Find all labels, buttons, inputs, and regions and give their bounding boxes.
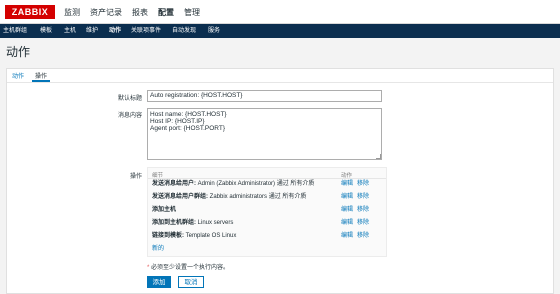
top-nav-configuration[interactable]: 配置	[158, 7, 174, 18]
operations-label: 操作	[129, 174, 142, 180]
zabbix-logo[interactable]: ZABBIX	[5, 5, 55, 19]
top-bar: ZABBIX 监测 资产记录 报表 配置 管理	[0, 0, 560, 24]
add-button[interactable]: 添加	[147, 276, 171, 288]
resize-handle[interactable]	[376, 154, 381, 159]
message-label: 消息内容	[117, 113, 142, 119]
edit-link[interactable]: 编辑	[341, 192, 353, 202]
remove-link[interactable]: 移除	[357, 179, 369, 189]
sub-nav-maintenance[interactable]: 维护	[86, 24, 98, 38]
tab-action[interactable]: 动作	[12, 71, 24, 80]
sub-nav-services[interactable]: 服务	[208, 24, 220, 38]
remove-link[interactable]: 移除	[357, 231, 369, 241]
cancel-button[interactable]: 取消	[178, 276, 204, 288]
top-nav-monitoring[interactable]: 监测	[64, 7, 80, 18]
edit-link[interactable]: 编辑	[341, 205, 353, 215]
edit-link[interactable]: 编辑	[341, 179, 353, 189]
message-textarea[interactable]: Host name: {HOST.HOST} Host IP: {HOST.IP…	[147, 108, 382, 160]
edit-link[interactable]: 编辑	[341, 218, 353, 228]
table-row: 添加到主机群组: Linux servers	[152, 220, 234, 226]
sub-nav-correlation[interactable]: 关联项事件	[131, 24, 161, 38]
sub-nav: 主机群组 模板 主机 维护 动作 关联项事件 自动发现 服务	[0, 24, 560, 38]
sub-nav-discovery[interactable]: 自动发现	[172, 24, 196, 38]
remove-link[interactable]: 移除	[357, 205, 369, 215]
table-row: 链接到模板: Template OS Linux	[152, 233, 237, 239]
table-row: 发送消息给用户: Admin (Zabbix Administrator) 通过…	[152, 181, 315, 187]
operations-table: 细节 动作 发送消息给用户: Admin (Zabbix Administrat…	[147, 167, 387, 257]
top-nav: 监测 资产记录 报表 配置 管理	[64, 0, 210, 24]
tab-bar: 动作 操作	[7, 69, 553, 83]
subject-label: 默认标题	[117, 96, 142, 102]
tab-operations[interactable]: 操作	[31, 71, 51, 82]
top-nav-reports[interactable]: 报表	[132, 7, 148, 18]
remove-link[interactable]: 移除	[357, 192, 369, 202]
required-note: * 必须至少设置一个执行内容。	[147, 265, 230, 271]
page-title: 动作	[6, 45, 31, 59]
sub-nav-templates[interactable]: 模板	[40, 24, 52, 38]
new-operation-link[interactable]: 新的	[152, 243, 164, 252]
sub-nav-hosts[interactable]: 主机	[64, 24, 76, 38]
form-panel: 动作 操作 默认标题 Auto registration: {HOST.HOST…	[6, 68, 554, 294]
top-nav-administration[interactable]: 管理	[184, 7, 200, 18]
sub-nav-host-groups[interactable]: 主机群组	[3, 24, 27, 38]
subject-input[interactable]: Auto registration: {HOST.HOST}	[147, 90, 382, 102]
sub-nav-actions[interactable]: 动作	[109, 24, 121, 38]
table-row: 添加主机	[152, 207, 177, 213]
edit-link[interactable]: 编辑	[341, 231, 353, 241]
remove-link[interactable]: 移除	[357, 218, 369, 228]
top-nav-inventory[interactable]: 资产记录	[90, 7, 122, 18]
table-row: 发送消息给用户群组: Zabbix administrators 通过 所有介质	[152, 194, 307, 200]
